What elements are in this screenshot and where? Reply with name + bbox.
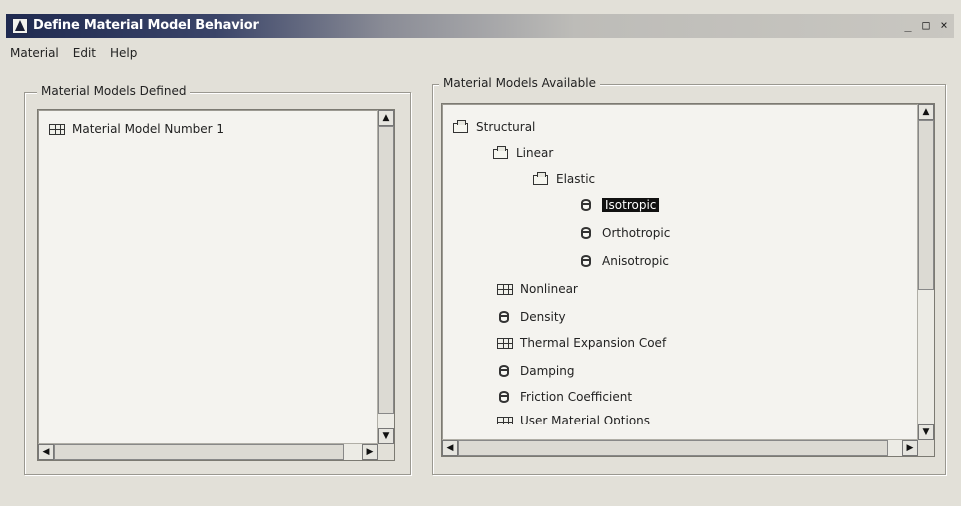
available-models-tree[interactable]: Structural Linear Elastic Isotropic Orth… (441, 103, 935, 457)
tree-item-label: Damping (520, 364, 575, 378)
scroll-corner (378, 444, 394, 460)
tree-item-label: User Material Options (520, 414, 651, 424)
material-icon (578, 197, 596, 213)
scroll-left-button[interactable]: ◀ (38, 444, 54, 460)
tree-item-anisotropic[interactable]: Anisotropic (578, 252, 669, 270)
ansys-logo-icon (12, 18, 28, 34)
tree-item-nonlinear[interactable]: Nonlinear (496, 280, 578, 298)
title-bar[interactable]: Define Material Model Behavior _ □ × (6, 14, 954, 38)
close-button[interactable]: × (936, 17, 952, 32)
material-models-defined-group: Material Models Defined Material Model N… (24, 84, 411, 475)
tree-item-label: Structural (476, 120, 536, 134)
scroll-down-button[interactable]: ▼ (918, 424, 934, 440)
tree-item-linear[interactable]: Linear (492, 144, 553, 162)
material-icon (496, 363, 514, 379)
scroll-thumb[interactable] (918, 120, 934, 290)
tree-item-label: Friction Coefficient (520, 390, 633, 404)
maximize-button[interactable]: □ (918, 17, 934, 32)
table-icon (496, 281, 514, 297)
available-group-label: Material Models Available (439, 76, 600, 90)
available-horizontal-scrollbar[interactable]: ◀ ▶ (442, 439, 918, 456)
tree-item-damping[interactable]: Damping (496, 362, 574, 380)
scroll-up-button[interactable]: ▲ (918, 104, 934, 120)
define-material-model-window: Define Material Model Behavior _ □ × Mat… (0, 0, 961, 506)
defined-models-list[interactable]: Material Model Number 1 ▲ ▼ ◀ ▶ (37, 109, 395, 461)
tree-item-label: Linear (516, 146, 554, 160)
window-controls: _ □ × (900, 17, 952, 32)
tree-item-thermal-expansion[interactable]: Thermal Expansion Coef (496, 334, 666, 352)
tree-item-density[interactable]: Density (496, 308, 566, 326)
tree-item-friction-coefficient[interactable]: Friction Coefficient (496, 388, 632, 406)
scroll-thumb[interactable] (378, 126, 394, 414)
tree-item-label: Orthotropic (602, 226, 671, 240)
menu-material[interactable]: Material (10, 46, 59, 66)
scroll-right-button[interactable]: ▶ (362, 444, 378, 460)
hscroll-thumb[interactable] (54, 444, 344, 460)
menu-help[interactable]: Help (110, 46, 137, 66)
table-icon (48, 121, 66, 137)
tree-item-label-selected: Isotropic (602, 198, 660, 212)
tree-item-orthotropic[interactable]: Orthotropic (578, 224, 670, 242)
material-models-available-group: Material Models Available Structural Lin… (432, 76, 946, 475)
material-icon (578, 225, 596, 241)
tree-item-label: Anisotropic (602, 254, 670, 268)
menu-edit[interactable]: Edit (73, 46, 96, 66)
tree-item-label: Thermal Expansion Coef (520, 336, 667, 350)
folder-icon (452, 119, 470, 135)
scroll-left-button[interactable]: ◀ (442, 440, 458, 456)
available-vertical-scrollbar[interactable]: ▲ ▼ (917, 104, 934, 440)
tree-item-elastic[interactable]: Elastic (532, 170, 595, 188)
tree-item-label: Density (520, 310, 566, 324)
hscroll-thumb[interactable] (458, 440, 888, 456)
defined-item[interactable]: Material Model Number 1 (48, 120, 224, 138)
scroll-corner (918, 440, 934, 456)
material-icon (496, 389, 514, 405)
defined-horizontal-scrollbar[interactable]: ◀ ▶ (38, 443, 378, 460)
scroll-down-button[interactable]: ▼ (378, 428, 394, 444)
tree-item-isotropic[interactable]: Isotropic (578, 196, 660, 214)
defined-group-label: Material Models Defined (37, 84, 191, 98)
tree-item-user-material-options[interactable]: User Material Options (496, 414, 650, 424)
folder-icon (532, 171, 550, 187)
scroll-up-button[interactable]: ▲ (378, 110, 394, 126)
table-icon (496, 414, 514, 424)
window-title: Define Material Model Behavior (33, 18, 259, 33)
folder-icon (492, 145, 510, 161)
table-icon (496, 335, 514, 351)
tree-item-structural[interactable]: Structural (452, 118, 535, 136)
material-icon (578, 253, 596, 269)
tree-item-label: Nonlinear (520, 282, 578, 296)
defined-vertical-scrollbar[interactable]: ▲ ▼ (377, 110, 394, 444)
minimize-button[interactable]: _ (900, 17, 916, 32)
tree-item-label: Elastic (556, 172, 596, 186)
scroll-right-button[interactable]: ▶ (902, 440, 918, 456)
defined-item-label: Material Model Number 1 (72, 122, 225, 136)
menu-bar: Material Edit Help (10, 46, 137, 66)
material-icon (496, 309, 514, 325)
